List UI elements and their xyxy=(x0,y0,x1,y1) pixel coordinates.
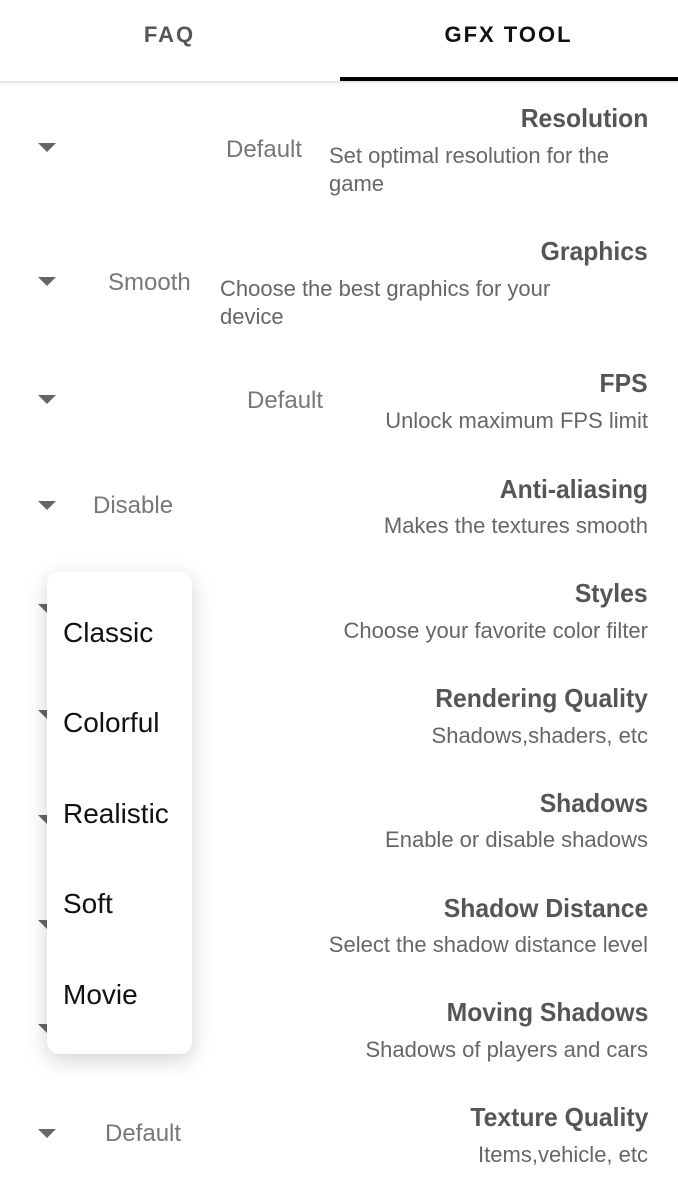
setting-desc-moving-shadows: Shadows of players and cars xyxy=(365,1037,649,1062)
setting-title-anti-aliasing: Anti-aliasing xyxy=(499,474,648,504)
setting-desc-texture-quality: Items,vehicle, etc xyxy=(478,1142,648,1167)
setting-title-texture-quality: Texture Quality xyxy=(470,1102,648,1132)
dropdown-option-movie[interactable]: Movie xyxy=(63,979,138,1011)
graphics-select-value[interactable]: Smooth xyxy=(108,269,191,297)
setting-title-rendering-quality: Rendering Quality xyxy=(435,683,648,713)
tab-bar-divider xyxy=(0,81,678,83)
setting-desc-graphics: Choose the best graphics for your device xyxy=(220,276,551,329)
fps-select-value[interactable]: Default xyxy=(247,387,323,415)
setting-title-moving-shadows: Moving Shadows xyxy=(446,997,648,1027)
dropdown-arrow-icon[interactable] xyxy=(38,1129,56,1138)
setting-title-fps: FPS xyxy=(599,368,648,398)
setting-title-styles: Styles xyxy=(575,578,648,608)
setting-desc-shadows: Enable or disable shadows xyxy=(385,827,648,852)
setting-desc-anti-aliasing: Makes the textures smooth xyxy=(383,513,648,538)
setting-title-shadow-distance: Shadow Distance xyxy=(443,893,648,923)
setting-desc-rendering-quality: Shadows,shaders, etc xyxy=(431,723,648,748)
texture-quality-select-value[interactable]: Default xyxy=(105,1120,181,1148)
resolution-select-value[interactable]: Default xyxy=(226,136,302,164)
dropdown-option-classic[interactable]: Classic xyxy=(63,617,153,649)
tab-gfx-tool[interactable]: GFX TOOL xyxy=(339,22,678,48)
setting-title-graphics: Graphics xyxy=(540,236,648,266)
setting-desc-fps: Unlock maximum FPS limit xyxy=(385,408,648,433)
tab-faq[interactable]: FAQ xyxy=(0,22,339,48)
dropdown-option-soft[interactable]: Soft xyxy=(63,888,113,920)
dropdown-arrow-icon[interactable] xyxy=(38,143,56,152)
setting-title-shadows: Shadows xyxy=(539,788,648,818)
dropdown-arrow-icon[interactable] xyxy=(38,395,56,404)
setting-title-resolution: Resolution xyxy=(520,103,648,133)
dropdown-option-colorful[interactable]: Colorful xyxy=(63,707,159,739)
setting-desc-styles: Choose your favorite color filter xyxy=(343,618,648,643)
setting-desc-resolution: Set optimal resolution for the game xyxy=(329,143,610,196)
styles-dropdown-menu: Classic Colorful Realistic Soft Movie xyxy=(47,572,192,1054)
setting-desc-shadow-distance: Select the shadow distance level xyxy=(328,932,648,957)
dropdown-option-realistic[interactable]: Realistic xyxy=(63,798,169,830)
active-tab-indicator xyxy=(340,77,678,81)
anti-aliasing-select-value[interactable]: Disable xyxy=(93,492,173,520)
dropdown-arrow-icon[interactable] xyxy=(38,501,56,510)
dropdown-arrow-icon[interactable] xyxy=(38,277,56,286)
